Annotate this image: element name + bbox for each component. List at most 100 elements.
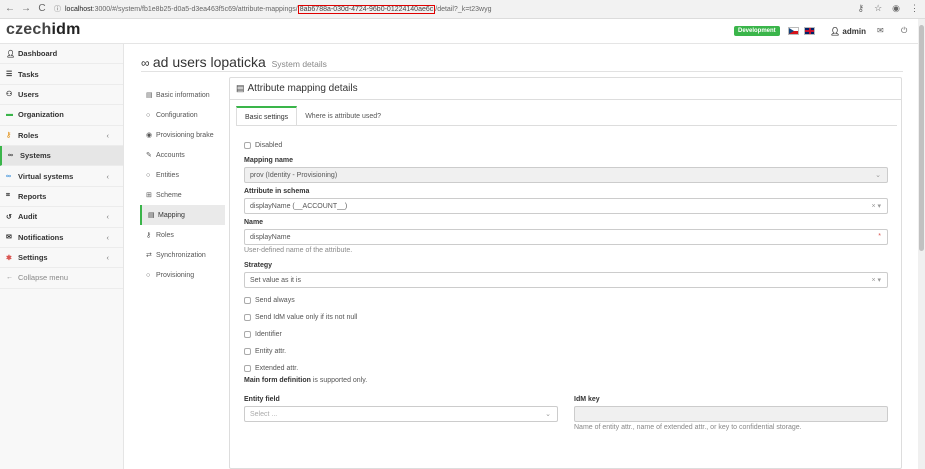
- checkbox-label: Send IdM value only if its not null: [255, 314, 358, 321]
- link-icon: ∞: [141, 56, 153, 70]
- schema-attribute-select[interactable]: displayName (__ACCOUNT__) × ▾: [244, 198, 888, 214]
- nav-provisioning[interactable]: ○ Provisioning: [140, 265, 225, 285]
- gear-icon: ✱: [6, 254, 12, 262]
- sidebar-item-organization[interactable]: ▬ Organization: [0, 105, 123, 126]
- power-icon[interactable]: ⏻: [901, 26, 907, 36]
- nav-provisioning-brake[interactable]: ◉ Provisioning brake: [140, 125, 225, 145]
- chevron-left-icon: ‹: [106, 253, 110, 263]
- name-input[interactable]: displayName *: [244, 229, 888, 245]
- sidebar-item-virtual-systems[interactable]: ∞ Virtual systems ‹: [0, 166, 123, 187]
- entity-attr-checkbox[interactable]: Entity attr.: [244, 343, 888, 360]
- history-icon: ↺: [6, 213, 12, 221]
- list-icon: ▤: [146, 92, 153, 99]
- sidebar-item-users[interactable]: ⚇ Users: [0, 85, 123, 106]
- address-bar[interactable]: ⓘ localhost :3000/#/system/fb1e8b25-d0a5…: [54, 2, 491, 16]
- tab-where-used[interactable]: Where is attribute used?: [297, 106, 389, 126]
- environment-badge: Development: [734, 26, 780, 36]
- checkbox-label: Identifier: [255, 331, 282, 338]
- checkbox-label: Disabled: [255, 141, 283, 149]
- entity-field-select[interactable]: Select ... ⌄: [244, 406, 558, 422]
- checkbox-box[interactable]: [244, 331, 251, 338]
- nav-mapping[interactable]: ▤ Mapping: [140, 205, 225, 225]
- name-value: displayName: [250, 233, 291, 241]
- link-icon: ∞: [8, 152, 13, 160]
- app-header: czechidm Development 👤︎ admin ✉ ⏻: [0, 19, 918, 44]
- send-always-checkbox[interactable]: Send always: [244, 292, 888, 309]
- sidebar-item-audit[interactable]: ↺ Audit ‹: [0, 207, 123, 228]
- sidebar-item-label: Notifications: [18, 232, 64, 242]
- checkbox-box[interactable]: [244, 141, 251, 149]
- clear-and-chevron-icon[interactable]: × ▾: [871, 202, 881, 210]
- schema-attribute-label: Attribute in schema: [244, 188, 310, 195]
- nav-basic-information[interactable]: ▤ Basic information: [140, 85, 225, 105]
- chevron-left-icon: ‹: [106, 171, 110, 181]
- chevron-down-icon: ⌄: [875, 172, 881, 179]
- sidebar-item-settings[interactable]: ✱ Settings ‹: [0, 248, 123, 269]
- sidebar-item-tasks[interactable]: ☰ Tasks: [0, 64, 123, 85]
- sidebar-collapse-menu[interactable]: ← Collapse menu: [0, 268, 123, 289]
- circle-icon: ○: [146, 171, 151, 179]
- scrollbar-thumb[interactable]: [919, 25, 924, 251]
- idm-key-input[interactable]: [574, 406, 888, 422]
- nav-entities[interactable]: ○ Entities: [140, 165, 225, 185]
- key-icon: ⚷: [6, 132, 12, 140]
- nav-label: Configuration: [156, 111, 198, 119]
- arrow-left-icon: ←: [6, 274, 13, 282]
- note-bold: Main form definition: [244, 377, 311, 384]
- table-icon: ⊞: [146, 192, 152, 199]
- nav-label: Synchronization: [156, 251, 206, 259]
- mapping-name-label: Mapping name: [244, 157, 294, 164]
- mapping-form: Disabled Mapping name prov (Identity - P…: [244, 138, 888, 434]
- page-scrollbar[interactable]: [918, 19, 925, 469]
- disabled-checkbox[interactable]: Disabled: [244, 138, 888, 152]
- sidebar-item-systems[interactable]: ∞ Systems: [0, 145, 123, 167]
- sidebar-item-label: Systems: [20, 151, 51, 161]
- key-icon: ⚷: [146, 232, 152, 239]
- sidebar-item-reports[interactable]: ⌗ Reports: [0, 187, 123, 208]
- sidebar-item-notifications[interactable]: ✉ Notifications ‹: [0, 228, 123, 248]
- mapping-name-select[interactable]: prov (Identity - Provisioning) ⌄: [244, 167, 888, 183]
- envelope-icon[interactable]: ✉: [877, 26, 884, 35]
- reload-icon[interactable]: C: [36, 3, 48, 15]
- star-icon[interactable]: ☆: [874, 3, 882, 14]
- nav-label: Basic information: [156, 91, 210, 99]
- strategy-select[interactable]: Set value as it is × ▾: [244, 272, 888, 288]
- entity-field-label: Entity field: [244, 396, 280, 403]
- nav-roles[interactable]: ⚷ Roles: [140, 225, 225, 245]
- clear-and-chevron-icon[interactable]: × ▾: [871, 276, 881, 284]
- czech-flag-icon[interactable]: [788, 27, 799, 35]
- back-icon[interactable]: ←: [4, 3, 16, 15]
- nav-configuration[interactable]: ○ Configuration: [140, 105, 225, 125]
- tab-basic-settings[interactable]: Basic settings: [236, 106, 298, 126]
- nav-label: Provisioning brake: [156, 131, 214, 139]
- english-flag-icon[interactable]: [804, 27, 815, 35]
- checkbox-box[interactable]: [244, 365, 251, 372]
- strategy-label: Strategy: [244, 262, 273, 269]
- logo[interactable]: czechidm: [6, 21, 81, 39]
- forward-icon[interactable]: →: [20, 3, 32, 15]
- send-if-not-null-checkbox[interactable]: Send IdM value only if its not null: [244, 309, 888, 326]
- sidebar-item-dashboard[interactable]: 👤︎ Dashboard: [0, 44, 123, 65]
- profile-icon[interactable]: ◉: [892, 3, 900, 14]
- checkbox-box[interactable]: [244, 348, 251, 355]
- sidebar-item-label: Virtual systems: [18, 171, 74, 181]
- checkbox-box[interactable]: [244, 314, 251, 321]
- entity-field-placeholder: Select ...: [250, 410, 278, 418]
- identifier-checkbox[interactable]: Identifier: [244, 326, 888, 343]
- browser-toolbar: ← → C ⓘ localhost :3000/#/system/fb1e8b2…: [0, 0, 925, 19]
- extended-attr-checkbox[interactable]: Extended attr.: [244, 360, 888, 377]
- nav-synchronization[interactable]: ⇄ Synchronization: [140, 245, 225, 265]
- nav-accounts[interactable]: ✎ Accounts: [140, 145, 225, 165]
- url-highlighted-id: 8ab6788a-030d-4724-96b0-01224140ae6c: [297, 4, 436, 14]
- checkbox-box[interactable]: [244, 297, 251, 304]
- link-icon: ∞: [6, 172, 11, 180]
- nav-scheme[interactable]: ⊞ Scheme: [140, 185, 225, 205]
- checkbox-label: Send always: [255, 297, 295, 304]
- menu-icon[interactable]: ⋮: [910, 3, 919, 14]
- user-menu[interactable]: 👤︎ admin: [830, 27, 866, 36]
- sidebar-item-roles[interactable]: ⚷ Roles ‹: [0, 126, 123, 146]
- key-icon[interactable]: ⚷: [857, 3, 864, 14]
- name-help-text: User-defined name of the attribute.: [244, 247, 353, 254]
- attribute-mapping-panel: ▤ Attribute mapping details Basic setting…: [229, 77, 902, 469]
- idm-key-label: IdM key: [574, 396, 600, 403]
